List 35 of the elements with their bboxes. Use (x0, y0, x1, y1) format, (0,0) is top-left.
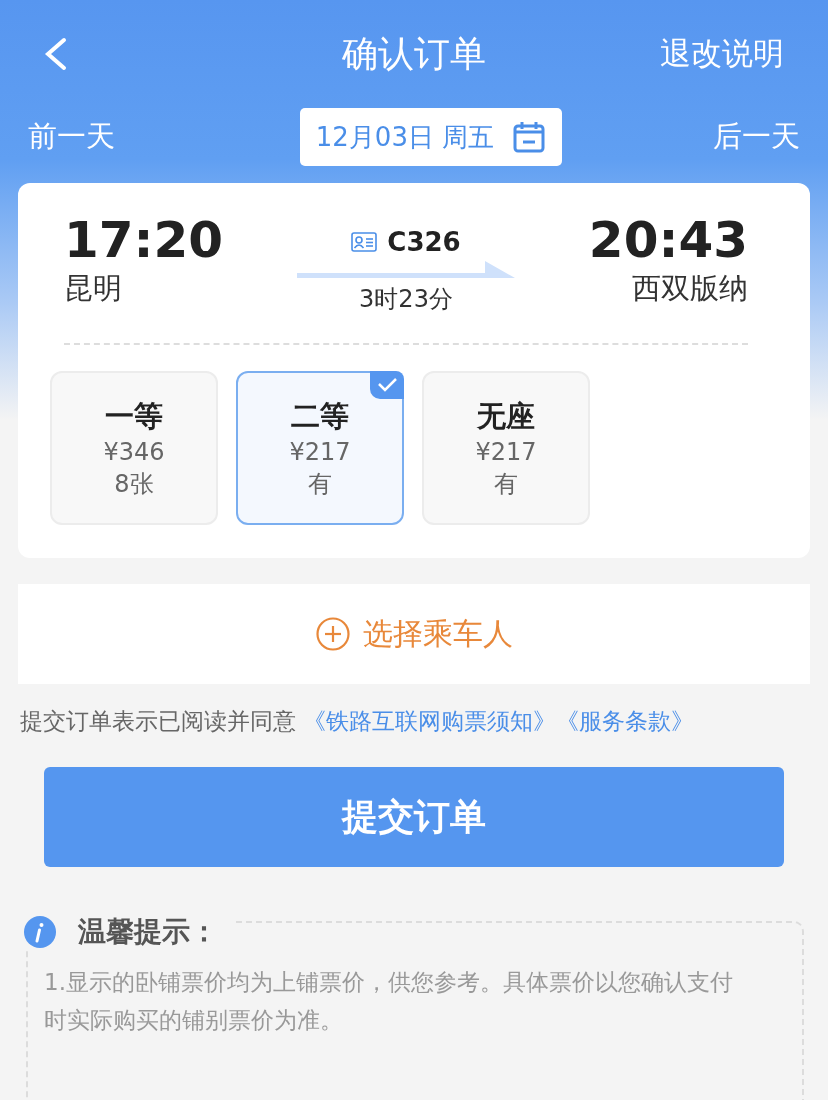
previous-day-button[interactable]: 前一天 (28, 117, 115, 157)
seat-option[interactable]: 一等 ¥346 8张 (50, 371, 218, 525)
page-title: 确认订单 (342, 31, 486, 76)
seat-price: ¥346 (103, 437, 165, 468)
seat-option[interactable]: 无座 ¥217 有 (422, 371, 590, 525)
arrival-station: 西双版纳 (632, 270, 748, 307)
seat-class: 一等 (105, 398, 163, 435)
departure-time: 17:20 (64, 211, 224, 269)
tips-title: 温馨提示： (78, 914, 218, 950)
departure-station: 昆明 (64, 270, 123, 307)
checkmark-icon (370, 371, 404, 399)
submit-order-button[interactable]: 提交订单 (44, 767, 784, 867)
agreement-notice: 提交订单表示已阅读并同意 《铁路互联网购票须知》《服务条款》 (20, 707, 696, 736)
seat-availability: 8张 (114, 469, 154, 500)
train-number: C326 (387, 227, 461, 257)
travel-duration: 3时23分 (359, 284, 453, 315)
add-passenger-button[interactable]: 选择乘车人 (18, 584, 810, 684)
seat-class: 无座 (477, 398, 535, 435)
seat-option[interactable]: 二等 ¥217 有 (236, 371, 404, 525)
tip-text: 1.显示的卧铺票价均为上铺票价，供您参考。具体票价以您确认支付时实际购买的铺别票价为准。 (44, 968, 734, 1035)
agreement-link[interactable]: 《服务条款》 (556, 708, 695, 734)
seat-availability: 有 (308, 469, 332, 500)
seat-price: ¥217 (475, 437, 537, 468)
id-card-icon (351, 232, 378, 252)
agreement-link[interactable]: 《铁路互联网购票须知》 (303, 708, 557, 734)
refund-rules-link[interactable]: 退改说明 (660, 33, 784, 75)
seat-class: 二等 (291, 398, 349, 435)
date-picker[interactable]: 12月03日 周五 (300, 108, 562, 166)
seat-price: ¥217 (289, 437, 351, 468)
seat-availability: 有 (494, 469, 518, 500)
arrival-time: 20:43 (588, 211, 748, 269)
next-day-button[interactable]: 后一天 (713, 117, 800, 157)
direction-arrow-icon (297, 261, 515, 279)
calendar-icon (512, 120, 547, 154)
plus-circle-icon (315, 616, 351, 652)
